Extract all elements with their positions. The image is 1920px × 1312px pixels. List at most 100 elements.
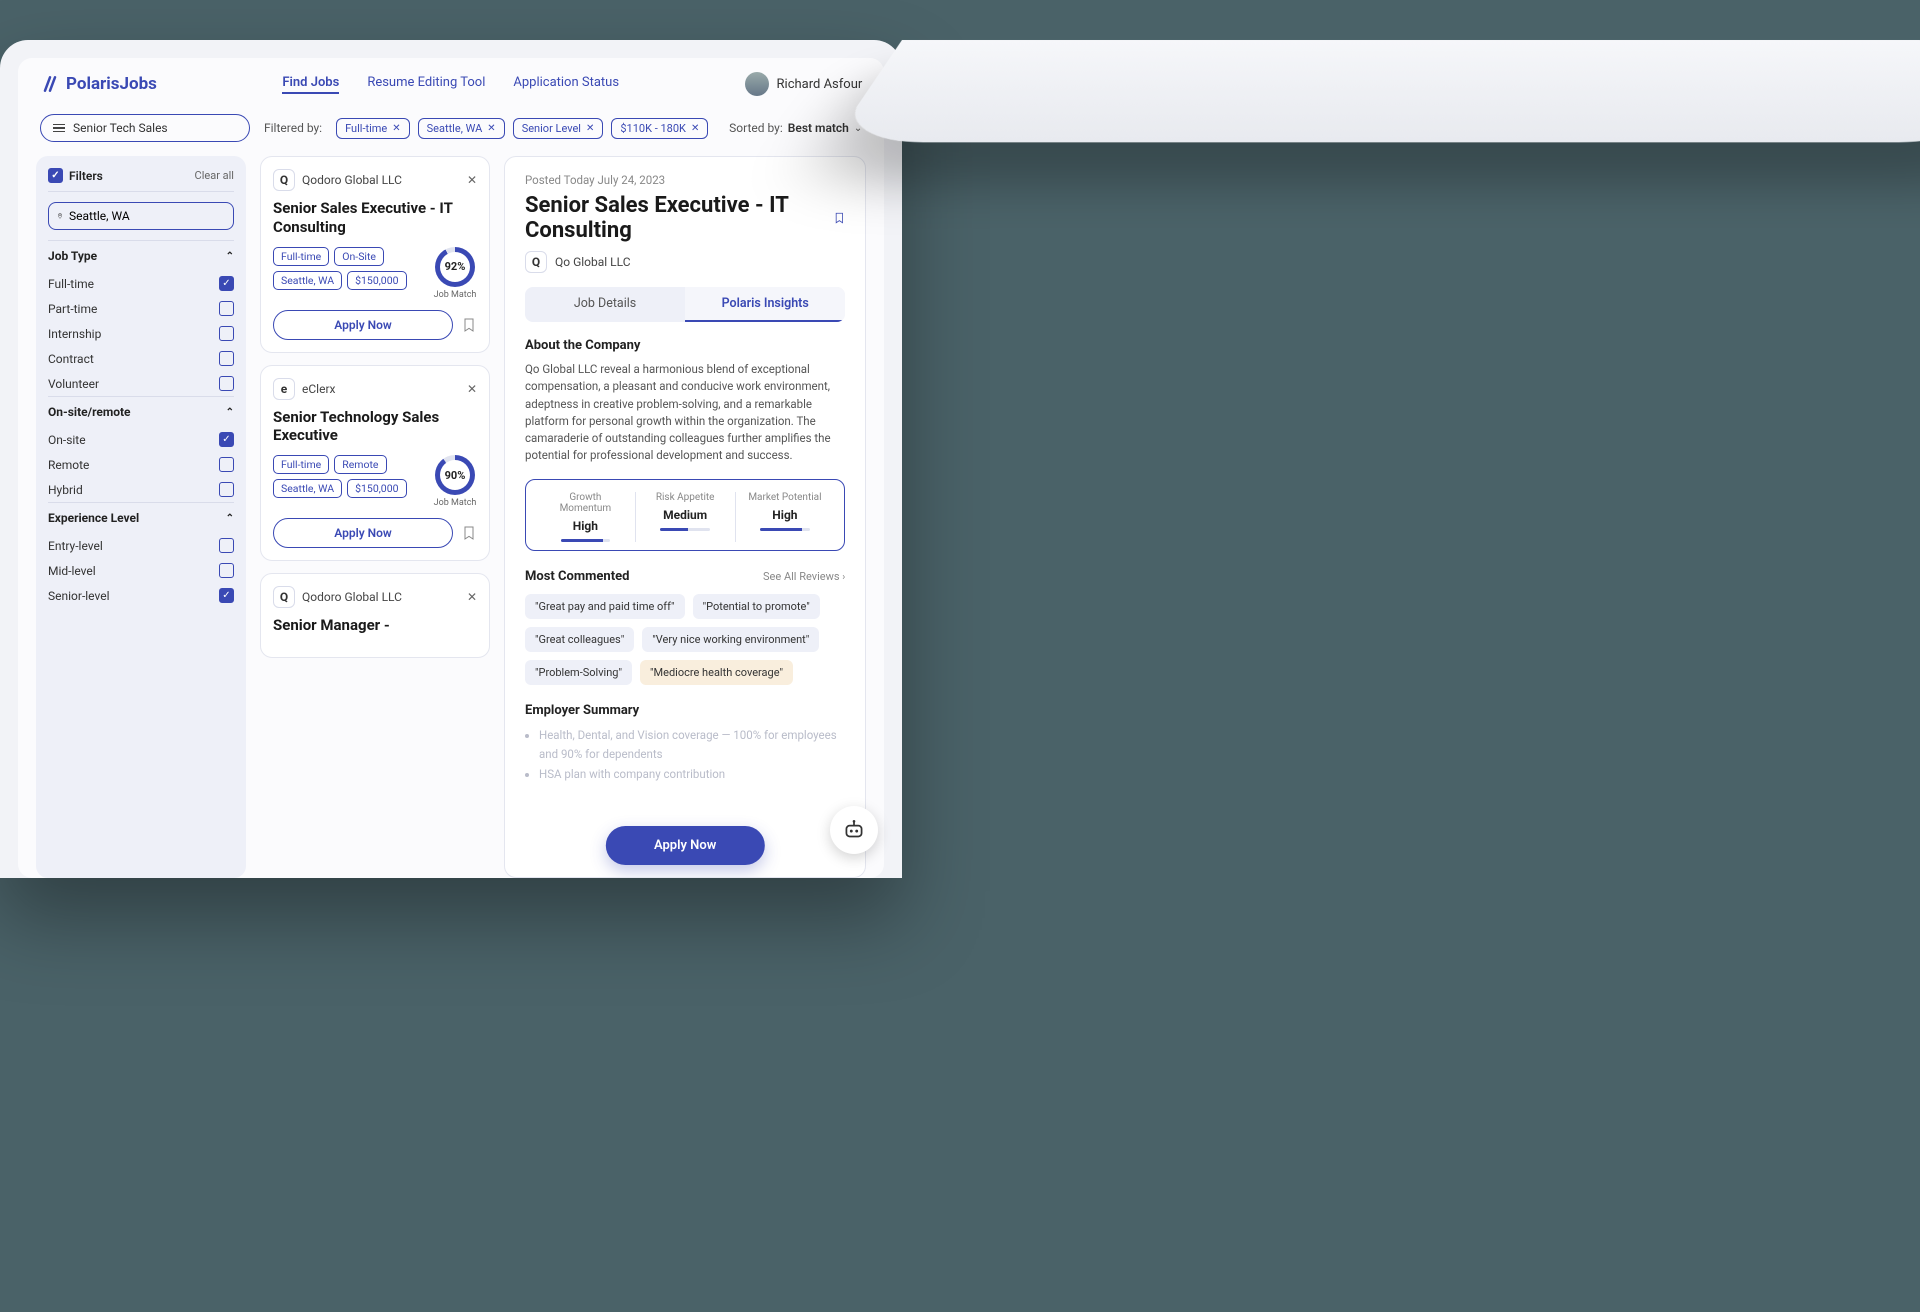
chip-remove-icon[interactable]: ✕ (586, 123, 594, 134)
tab-job-details[interactable]: Job Details (525, 287, 685, 322)
comment-pill[interactable]: "Great pay and paid time off" (525, 594, 685, 619)
filter-item[interactable]: Remote (48, 452, 234, 477)
job-card[interactable]: eeClerx✕Senior Technology Sales Executiv… (260, 365, 490, 562)
nav-app-status[interactable]: Application Status (513, 75, 619, 94)
filter-chip[interactable]: Senior Level ✕ (513, 118, 604, 139)
chip-remove-icon[interactable]: ✕ (392, 123, 400, 134)
filter-item[interactable]: Full-time (48, 271, 234, 296)
detail-tabs: Job Details Polaris Insights (525, 287, 845, 322)
apply-button[interactable]: Apply Now (273, 310, 453, 340)
chat-fab[interactable] (830, 806, 878, 854)
checkbox[interactable] (219, 538, 234, 553)
checkbox[interactable] (219, 301, 234, 316)
filter-item[interactable]: Internship (48, 321, 234, 346)
summary-item: HSA plan with company contribution (539, 765, 845, 785)
company-logo: Q (273, 169, 295, 191)
job-card[interactable]: QQodoro Global LLC✕Senior Sales Executiv… (260, 156, 490, 353)
filter-item-label: Internship (48, 327, 101, 341)
see-all-reviews-link[interactable]: See All Reviews › (763, 570, 845, 583)
company-logo: e (273, 378, 295, 400)
apply-now-button[interactable]: Apply Now (606, 826, 764, 865)
apply-button[interactable]: Apply Now (273, 518, 453, 548)
checkbox[interactable] (219, 326, 234, 341)
clear-all-button[interactable]: Clear all (195, 169, 234, 182)
filter-chip[interactable]: Seattle, WA✕ (418, 118, 505, 139)
close-icon[interactable]: ✕ (467, 590, 477, 604)
metric: Growth MomentumHigh (536, 492, 636, 542)
bookmark-icon[interactable] (833, 210, 846, 226)
filter-chip[interactable]: Full-time✕ (336, 118, 410, 139)
brand[interactable]: PolarisJobs (40, 74, 157, 94)
filters-panel: Filters Clear all Job Type⌃ Full-time Part… (36, 156, 246, 878)
comment-pill[interactable]: "Problem-Solving" (525, 660, 632, 685)
close-icon[interactable]: ✕ (467, 173, 477, 187)
comment-pill[interactable]: "Potential to promote" (693, 594, 820, 619)
chip-remove-icon[interactable]: ✕ (691, 123, 699, 134)
filter-group-header[interactable]: Job Type⌃ (48, 249, 234, 263)
metric: Market PotentialHigh (736, 492, 835, 542)
filter-item[interactable]: On-site (48, 427, 234, 452)
nav-find-jobs[interactable]: Find Jobs (282, 75, 339, 94)
checkbox[interactable] (219, 588, 234, 603)
location-input[interactable] (69, 209, 225, 223)
tab-polaris-insights[interactable]: Polaris Insights (685, 287, 845, 322)
sort-selector[interactable]: Sorted by: Best match ⌄ (729, 121, 862, 135)
filter-item[interactable]: Volunteer (48, 371, 234, 396)
filters-toggle-icon[interactable] (48, 168, 63, 183)
filter-group-header[interactable]: On-site/remote⌃ (48, 405, 234, 419)
checkbox[interactable] (219, 276, 234, 291)
close-icon[interactable]: ✕ (467, 382, 477, 396)
search-row: Filtered by: Full-time✕ Seattle, WA✕ Senio… (18, 106, 884, 156)
job-tag: Seattle, WA (273, 479, 342, 498)
job-card[interactable]: QQodoro Global LLC✕Senior Manager - (260, 573, 490, 658)
filter-item[interactable]: Entry-level (48, 533, 234, 558)
user-menu[interactable]: Richard Asfour (745, 72, 863, 96)
detail-job-title: Senior Sales Executive - IT Consulting (525, 193, 823, 243)
bookmark-icon[interactable] (461, 525, 477, 541)
filter-item-label: Full-time (48, 277, 94, 291)
brand-logo-icon (40, 74, 60, 94)
chip-label: Senior Level (522, 122, 581, 135)
filters-title: Filters (69, 169, 103, 183)
filter-item[interactable]: Mid-level (48, 558, 234, 583)
comment-pill[interactable]: "Very nice working environment" (642, 627, 819, 652)
menu-icon[interactable] (53, 124, 65, 133)
checkbox[interactable] (219, 376, 234, 391)
sort-value: Best match (788, 121, 849, 135)
comment-pill[interactable]: "Great colleagues" (525, 627, 634, 652)
brand-name: PolarisJobs (66, 74, 157, 94)
detail-company[interactable]: Q Qo Global LLC (525, 251, 845, 273)
search-box[interactable] (40, 114, 250, 142)
filter-chip[interactable]: $110K - 180K✕ (611, 118, 708, 139)
checkbox[interactable] (219, 351, 234, 366)
filter-item-label: Remote (48, 458, 89, 472)
job-title: Senior Manager - (273, 616, 477, 635)
filter-group-header[interactable]: Experience Level⌃ (48, 511, 234, 525)
job-tag: Full-time (273, 455, 329, 474)
nav-resume-tool[interactable]: Resume Editing Tool (367, 75, 485, 94)
filtered-by-label: Filtered by: (264, 121, 322, 135)
job-match-donut: 90%Job Match (433, 455, 477, 508)
checkbox[interactable] (219, 457, 234, 472)
filter-item[interactable]: Contract (48, 346, 234, 371)
bookmark-icon[interactable] (461, 317, 477, 333)
filter-item[interactable]: Senior-level (48, 583, 234, 608)
posted-date: Posted Today July 24, 2023 (525, 173, 845, 187)
job-tag: Full-time (273, 247, 329, 266)
filter-item[interactable]: Part-time (48, 296, 234, 321)
location-input-box[interactable] (48, 202, 234, 230)
checkbox[interactable] (219, 432, 234, 447)
checkbox[interactable] (219, 563, 234, 578)
job-company: eClerx (302, 382, 335, 396)
comment-pill[interactable]: "Mediocre health coverage" (640, 660, 793, 685)
metric-value: High (544, 519, 627, 533)
search-input[interactable] (73, 121, 229, 135)
job-tag: Remote (334, 455, 386, 474)
checkbox[interactable] (219, 482, 234, 497)
chevron-up-icon: ⌃ (226, 513, 234, 524)
summary-item: Health, Dental, and Vision coverage — 10… (539, 726, 845, 765)
chip-remove-icon[interactable]: ✕ (487, 123, 495, 134)
filter-item[interactable]: Hybrid (48, 477, 234, 502)
about-text: Qo Global LLC reveal a harmonious blend … (525, 361, 845, 465)
detail-company-name: Qo Global LLC (555, 255, 631, 269)
